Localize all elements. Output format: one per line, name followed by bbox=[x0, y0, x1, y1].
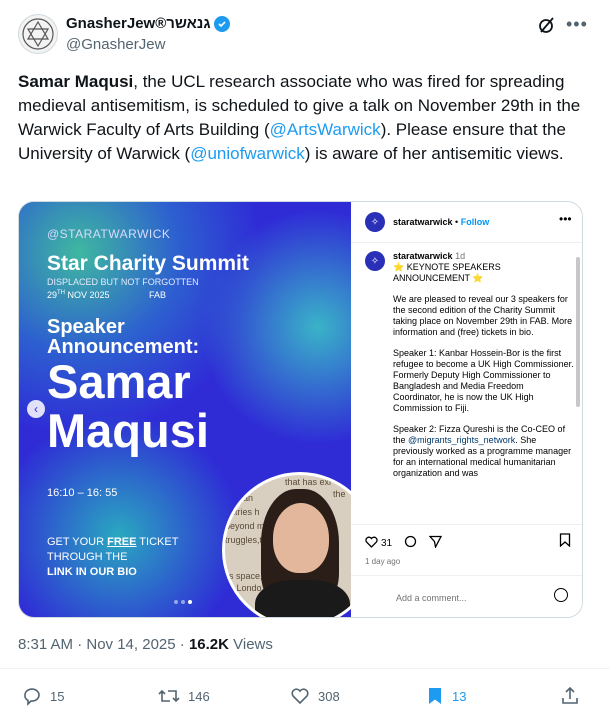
ig-follow-link[interactable]: Follow bbox=[461, 217, 490, 227]
tweet-meta: 8:31 AM · Nov 14, 2025 · 16.2K Views bbox=[18, 636, 273, 653]
bookmark-button[interactable]: 13 bbox=[426, 686, 466, 706]
grok-icon[interactable] bbox=[537, 15, 557, 40]
tweet-name-bold: Samar Maqusi bbox=[18, 72, 134, 91]
poster-subtitle: DISPLACED BUT NOT FORGOTTEN bbox=[47, 277, 199, 287]
tweet-part3: ) is aware of her antisemitic views. bbox=[304, 144, 564, 163]
poster-ticket-info: GET YOUR FREE TICKET THROUGH THE LINK IN… bbox=[47, 536, 179, 578]
repost-icon bbox=[158, 689, 180, 703]
poster-date: 29TH NOV 2025 bbox=[47, 290, 110, 300]
poster-speaker-announcement: Speaker Announcement: bbox=[47, 316, 200, 358]
ig-like-count: 31 bbox=[381, 537, 393, 549]
more-options-icon[interactable]: ••• bbox=[566, 14, 588, 35]
reply-icon bbox=[24, 688, 40, 706]
reply-button[interactable]: 15 bbox=[22, 686, 64, 706]
ig-add-comment-input[interactable]: Add a comment... bbox=[396, 593, 467, 603]
poster-speaker-name: Samar Maqusi bbox=[47, 355, 209, 457]
like-button[interactable]: 308 bbox=[290, 686, 340, 706]
author-display-name[interactable]: GnasherJew®גנאשר bbox=[66, 15, 230, 32]
tweet-timestamp[interactable]: 8:31 AM · Nov 14, 2025 · bbox=[18, 636, 189, 653]
ig-header: staratwarwick • Follow bbox=[393, 217, 490, 227]
mention-uniofwarwick[interactable]: @uniofwarwick bbox=[190, 144, 305, 163]
speaker-photo: that has exi stinian the untries h beyon… bbox=[222, 472, 351, 617]
ig-more-icon[interactable]: ••• bbox=[559, 212, 572, 226]
carousel-dots bbox=[174, 600, 192, 604]
poster-handle: @STARATWARWICK bbox=[47, 227, 171, 241]
verified-badge-icon bbox=[213, 15, 230, 32]
view-count: 16.2K bbox=[188, 636, 229, 653]
ig-scrollbar[interactable] bbox=[576, 257, 580, 407]
author-avatar[interactable] bbox=[18, 14, 58, 54]
ig-share-icon[interactable] bbox=[428, 535, 443, 551]
repost-button[interactable]: 146 bbox=[158, 686, 210, 706]
share-button[interactable] bbox=[560, 686, 580, 706]
ig-avatar-icon: ✧ bbox=[365, 212, 385, 232]
star-of-david-icon bbox=[22, 18, 54, 50]
event-poster: @STARATWARWICK Star Charity Summit DISPL… bbox=[19, 202, 351, 617]
ig-save-icon[interactable] bbox=[559, 533, 571, 552]
ig-comment-icon[interactable] bbox=[404, 535, 417, 551]
instagram-post-panel: ✧ staratwarwick • Follow ••• ✧ staratwar… bbox=[351, 202, 582, 617]
bookmark-icon bbox=[429, 688, 441, 704]
carousel-prev-icon[interactable]: ‹ bbox=[27, 400, 45, 418]
tweet-media[interactable]: @STARATWARWICK Star Charity Summit DISPL… bbox=[18, 201, 583, 618]
author-handle[interactable]: @GnasherJew bbox=[66, 36, 165, 53]
ig-caption-avatar-icon: ✧ bbox=[365, 251, 385, 271]
poster-summit-title: Star Charity Summit bbox=[47, 252, 249, 275]
tweet-text: Samar Maqusi, the UCL research associate… bbox=[18, 70, 592, 166]
ig-emoji-icon[interactable] bbox=[554, 588, 568, 602]
ig-caption: staratwarwick 1d ⭐ KEYNOTE SPEAKERS ANNOU… bbox=[393, 251, 574, 478]
ig-like-icon[interactable] bbox=[365, 536, 378, 551]
ig-actions: 31 bbox=[365, 535, 443, 551]
heart-icon bbox=[291, 688, 309, 705]
share-icon bbox=[562, 686, 578, 704]
mention-artswarwick[interactable]: @ArtsWarwick bbox=[270, 120, 381, 139]
poster-venue: FAB bbox=[149, 290, 167, 300]
ig-timestamp: 1 day ago bbox=[365, 557, 401, 566]
poster-time: 16:10 – 16: 55 bbox=[47, 487, 118, 499]
